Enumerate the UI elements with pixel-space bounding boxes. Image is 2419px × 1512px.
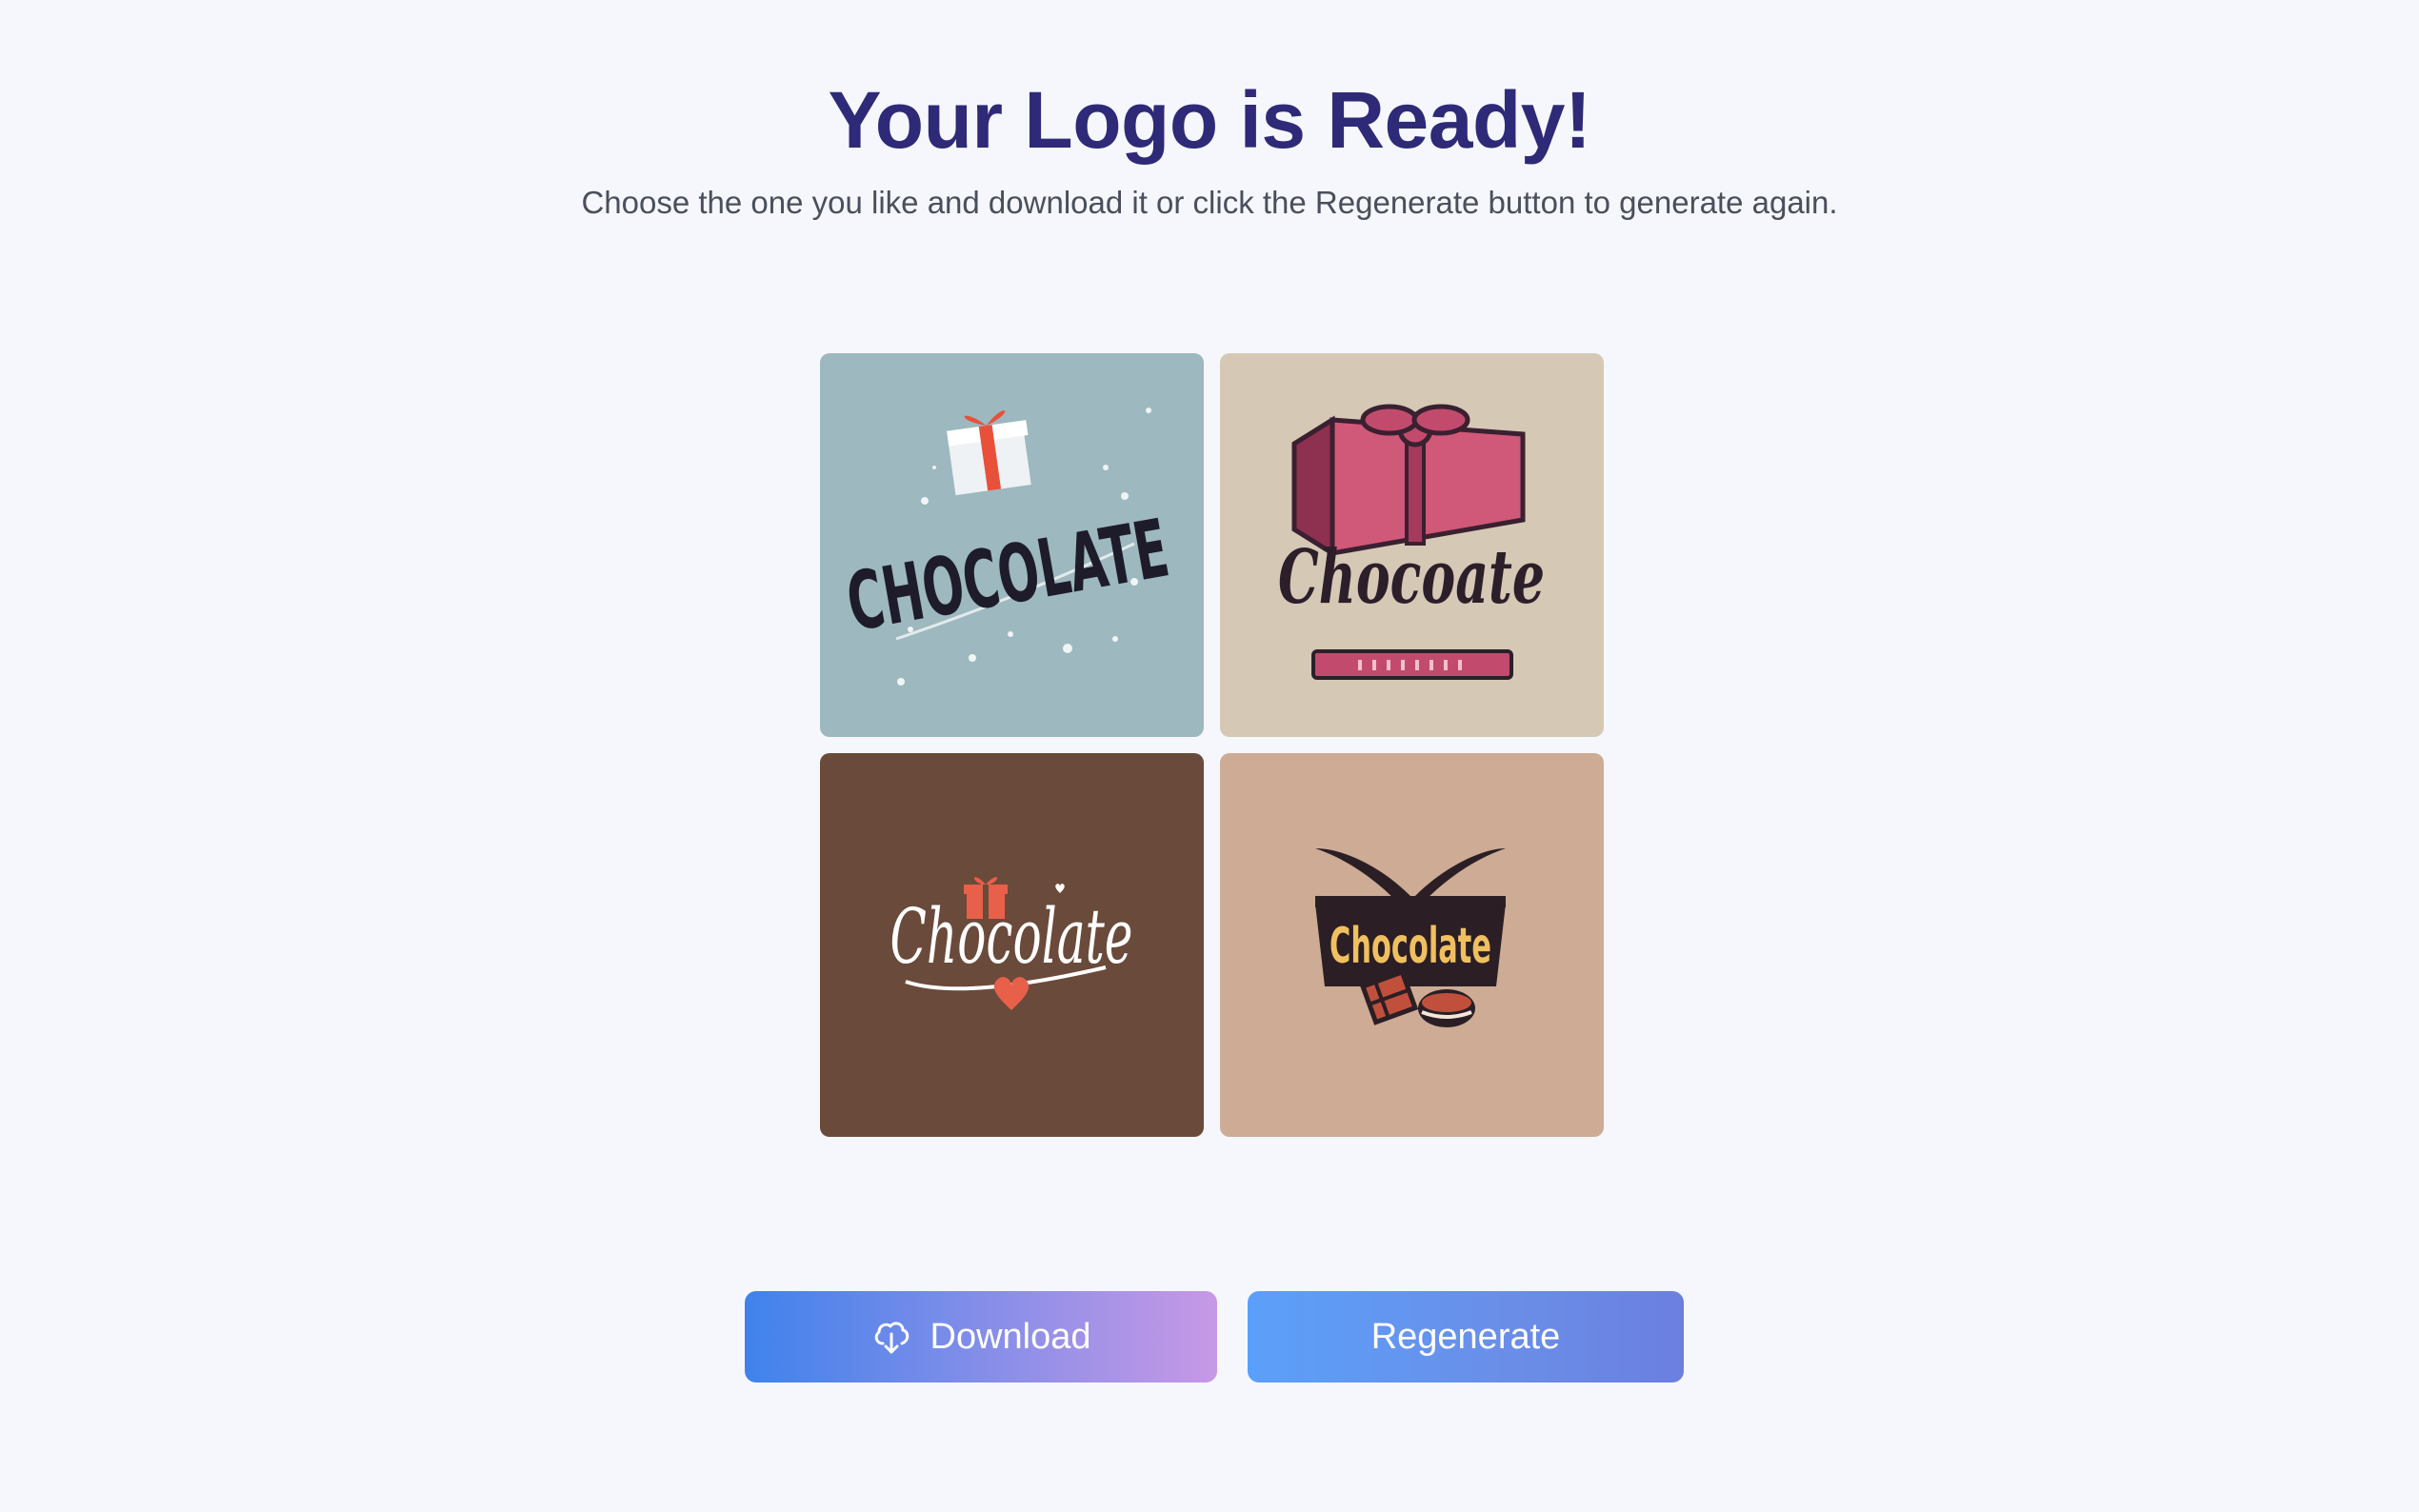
logo-option-3[interactable]: Chocolate [820,753,1204,1137]
cloud-download-icon [871,1317,911,1357]
regenerate-button[interactable]: Regenerate [1248,1291,1684,1383]
logo-2-text: Chocoate [1278,534,1545,621]
logo-results-page: Your Logo is Ready! Choose the one you l… [0,0,2419,1512]
logo-option-4[interactable]: Chocolate [1220,753,1604,1137]
download-button[interactable]: Download [745,1291,1217,1383]
logo-image-2: Chocoate [1278,404,1545,680]
logo-1-text: CHOCOLATE [840,501,1175,649]
logo-option-2[interactable]: Chocoate [1220,353,1604,737]
logo-4-text: Chocolate [1329,918,1491,975]
page-title: Your Logo is Ready! [828,75,1591,165]
logo-image-1: CHOCOLATE [840,408,1175,686]
logo-image-3: Chocolate [890,877,1133,1010]
action-bar: Download Regenerate [745,1291,1684,1383]
logo-3-text: Chocolate [890,892,1133,981]
download-label: Download [930,1316,1091,1357]
logo-option-1[interactable]: CHOCOLATE [820,353,1204,737]
logo-grid: CHOCOLATE Chocoate Chocolate Chocolate [820,353,1605,1138]
regenerate-label: Regenerate [1370,1316,1561,1357]
logo-image-4: Chocolate [1315,848,1506,1027]
page-subtitle: Choose the one you like and download it … [581,185,1838,220]
